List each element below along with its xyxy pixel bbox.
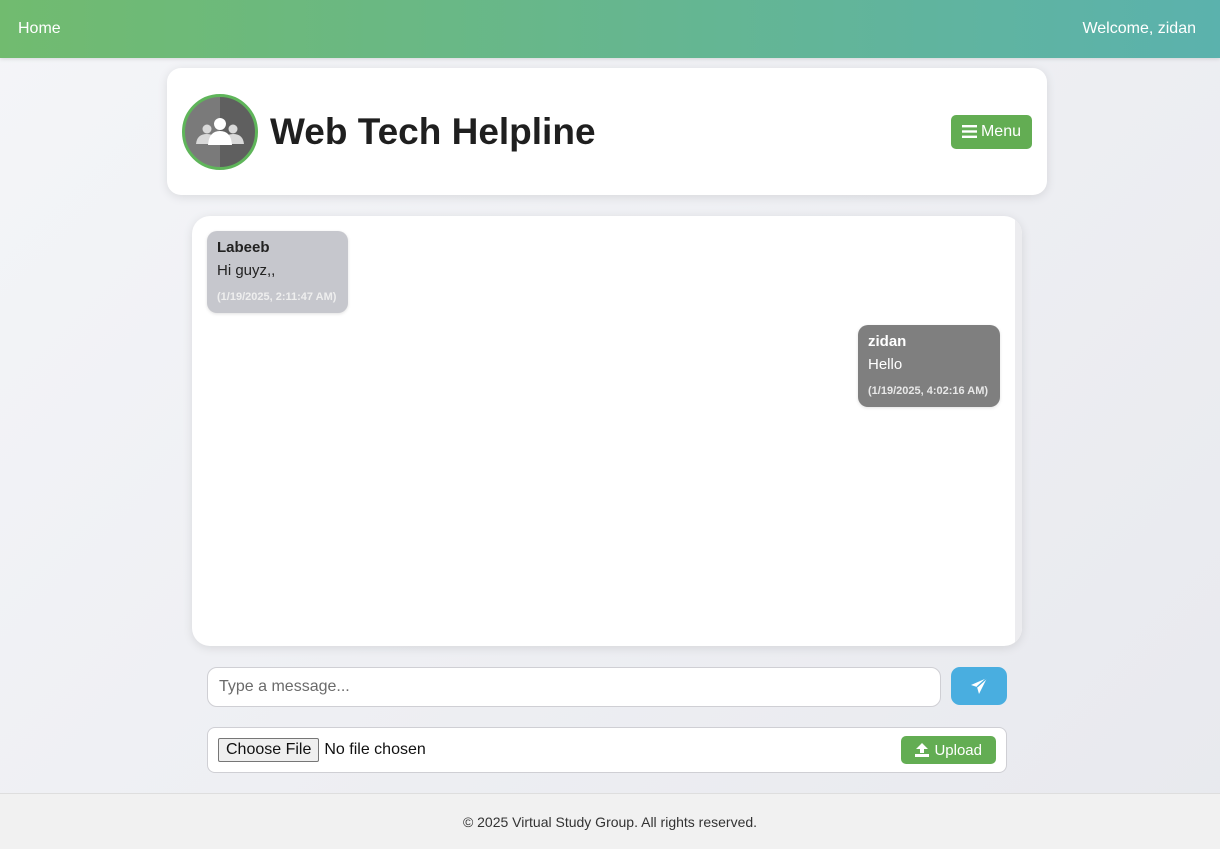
- users-group-icon: [196, 117, 244, 145]
- message-text: Hi guyz,,: [217, 262, 276, 279]
- welcome-text: Welcome, zidan: [1082, 20, 1196, 37]
- message-composer: [207, 667, 1007, 707]
- file-upload-form: Choose File No file chosen Upload: [207, 727, 1007, 773]
- footer-copyright: © 2025 Virtual Study Group. All rights r…: [462, 813, 758, 830]
- home-link[interactable]: Home: [18, 20, 61, 38]
- hamburger-icon: [961, 125, 977, 138]
- message-input[interactable]: [207, 667, 941, 707]
- choose-file-button[interactable]: Choose File: [218, 738, 320, 762]
- file-status-text: No file chosen: [324, 741, 426, 758]
- message-timestamp: (1/19/2025, 2:11:47 AM): [217, 291, 337, 303]
- group-title: Web Tech Helpline: [270, 110, 596, 152]
- menu-label: Menu: [980, 122, 1021, 140]
- menu-button[interactable]: Menu: [950, 114, 1032, 149]
- message-bubble-sent: zidan Hello (1/19/2025, 4:02:16 AM): [858, 325, 1000, 407]
- group-header: Web Tech Helpline Menu: [167, 68, 1047, 195]
- message-timestamp: (1/19/2025, 4:02:16 AM): [868, 385, 989, 397]
- upload-button[interactable]: Upload: [901, 736, 996, 764]
- top-nav-bar: Home Welcome, zidan: [0, 0, 1220, 58]
- upload-icon: [915, 743, 930, 757]
- message-author: zidan: [868, 333, 907, 350]
- page-footer: © 2025 Virtual Study Group. All rights r…: [0, 793, 1220, 849]
- upload-label: Upload: [934, 741, 982, 759]
- message-bubble-received: Labeeb Hi guyz,, (1/19/2025, 2:11:47 AM): [207, 231, 348, 313]
- group-avatar: [182, 93, 258, 170]
- message-author: Labeeb: [217, 239, 270, 256]
- send-button[interactable]: [951, 667, 1007, 705]
- message-text: Hello: [868, 356, 903, 373]
- chat-messages-panel[interactable]: Labeeb Hi guyz,, (1/19/2025, 2:11:47 AM)…: [192, 216, 1022, 646]
- paper-plane-icon: [971, 677, 988, 694]
